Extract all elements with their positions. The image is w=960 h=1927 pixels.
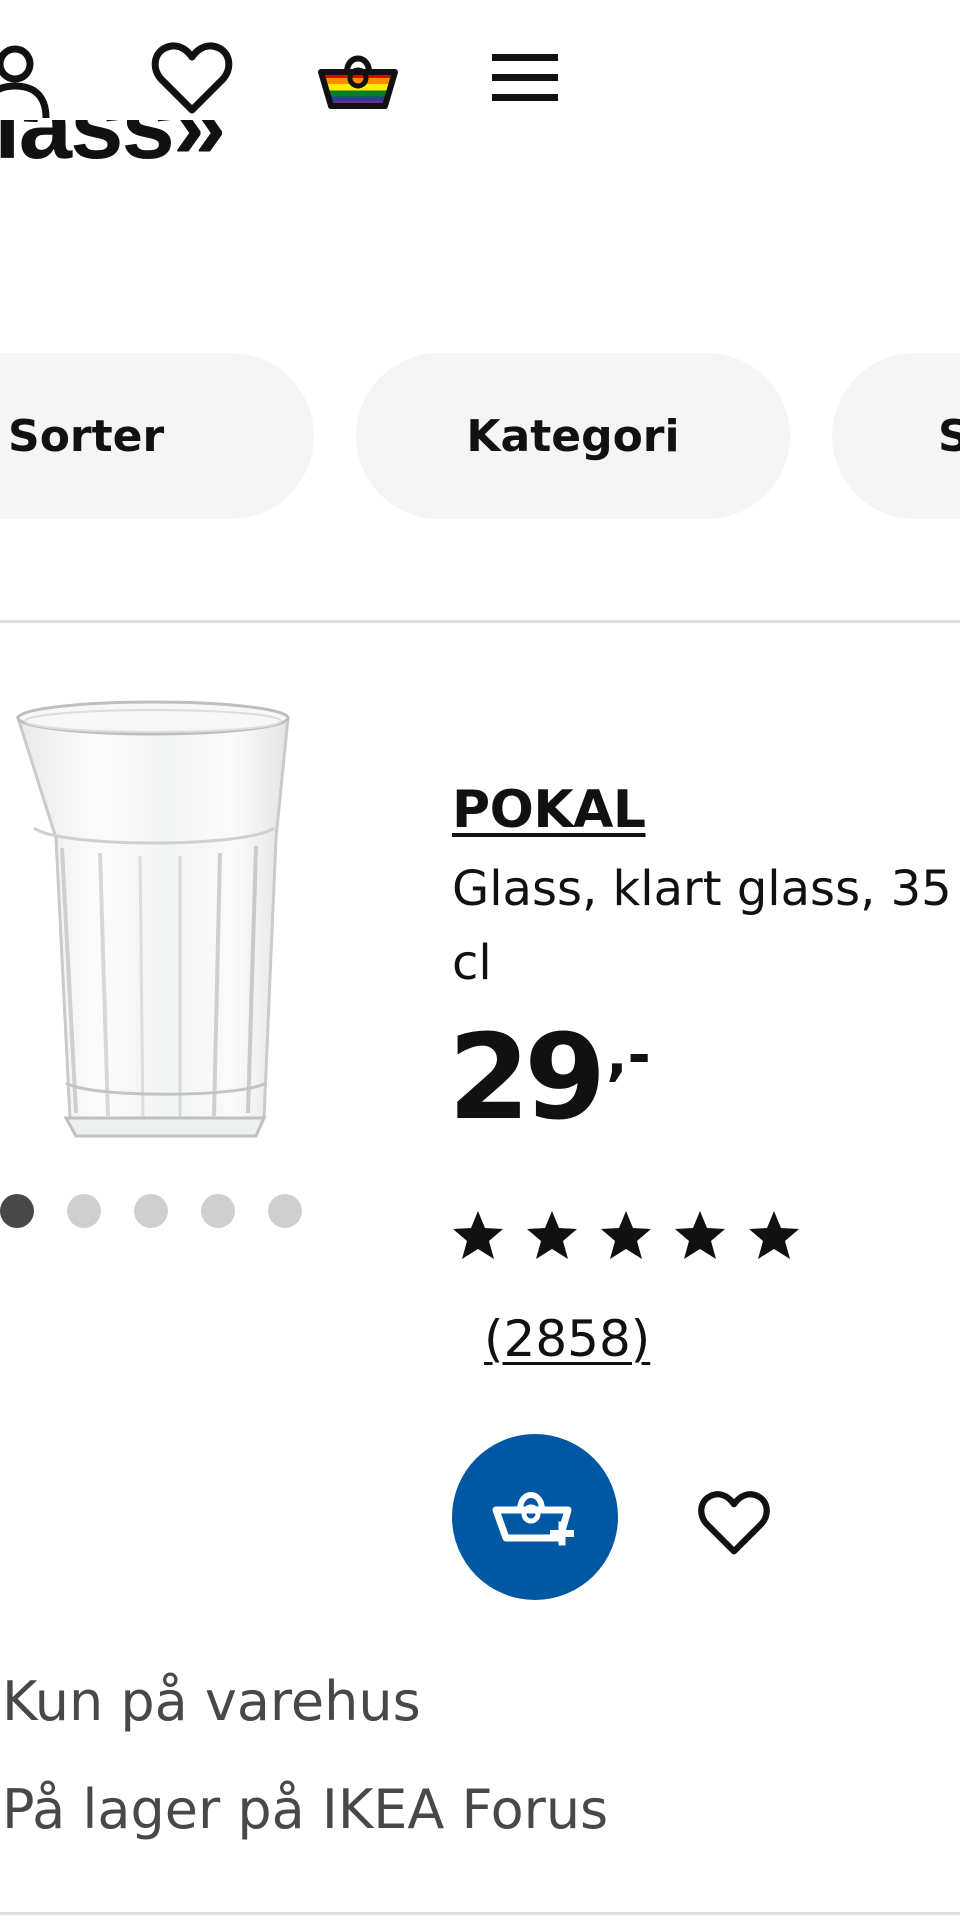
menu-icon[interactable]: [480, 32, 570, 122]
add-to-cart-button[interactable]: [452, 1434, 618, 1600]
star-icon: [675, 1211, 725, 1259]
review-count-link[interactable]: (2858): [484, 1310, 650, 1368]
star-icon: [527, 1211, 577, 1259]
next-filter-button[interactable]: S: [832, 353, 960, 519]
product-name-link[interactable]: POKAL: [452, 780, 646, 840]
divider: [0, 620, 960, 623]
price-value: 29: [448, 1008, 606, 1146]
category-label: Kategori: [466, 410, 680, 462]
filter-bar: Sorter Kategori S: [0, 353, 960, 521]
image-carousel-dots: [0, 1194, 310, 1228]
price-suffix: ,-: [606, 1023, 651, 1088]
divider: [0, 1912, 960, 1915]
next-filter-label: S: [938, 410, 960, 462]
product-description: Glass, klart glass, 35 cl: [452, 861, 952, 991]
heart-icon[interactable]: [147, 32, 237, 122]
category-button[interactable]: Kategori: [356, 353, 790, 519]
heart-icon: [698, 1491, 770, 1555]
carousel-dot[interactable]: [0, 1194, 34, 1228]
carousel-dot[interactable]: [268, 1194, 302, 1228]
sort-button[interactable]: Sorter: [0, 353, 314, 519]
page: lass» Sorter Kategori S POKAL Glass, kla…: [0, 0, 960, 1927]
star-icon: [749, 1211, 799, 1259]
carousel-dot[interactable]: [201, 1194, 235, 1228]
star-icon: [453, 1211, 503, 1259]
add-to-wishlist-button[interactable]: [686, 1474, 782, 1570]
add-to-bag-icon: [492, 1492, 574, 1546]
availability-store-only: Kun på varehus: [2, 1670, 421, 1733]
carousel-dot[interactable]: [134, 1194, 168, 1228]
shopping-bag-icon[interactable]: [313, 32, 403, 122]
product-image[interactable]: [0, 688, 370, 1158]
header-bar: [0, 24, 960, 119]
carousel-dot[interactable]: [67, 1194, 101, 1228]
star-icon: [601, 1211, 651, 1259]
profile-icon[interactable]: [0, 32, 60, 122]
availability-stock: På lager på IKEA Forus: [2, 1778, 609, 1841]
sort-label: Sorter: [8, 410, 165, 462]
product-price: 29 ,-: [448, 1018, 651, 1136]
